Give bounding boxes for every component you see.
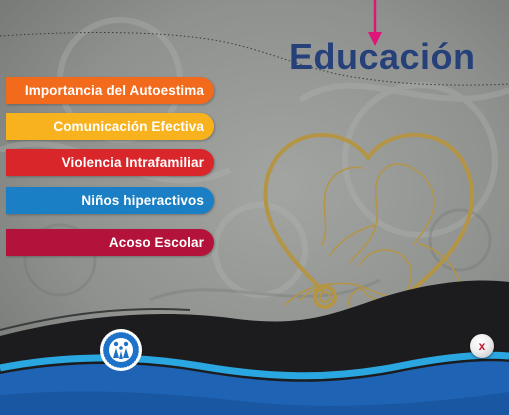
menu-item-hiperactivos[interactable]: Niños hiperactivos <box>6 187 214 214</box>
menu-item-comunicacion[interactable]: Comunicación Efectiva <box>6 113 214 140</box>
menu-item-autoestima[interactable]: Importancia del Autoestima <box>6 77 214 104</box>
menu-item-violencia[interactable]: Violencia Intrafamiliar <box>6 149 214 176</box>
close-button[interactable]: x <box>470 334 494 358</box>
page-title: Educación <box>289 36 476 77</box>
main-screen: Educación Importancia del Autoestima Com… <box>0 0 509 415</box>
close-icon: x <box>478 339 486 353</box>
menu-item-acoso[interactable]: Acoso Escolar <box>6 229 214 256</box>
organization-logo-icon <box>100 329 142 371</box>
